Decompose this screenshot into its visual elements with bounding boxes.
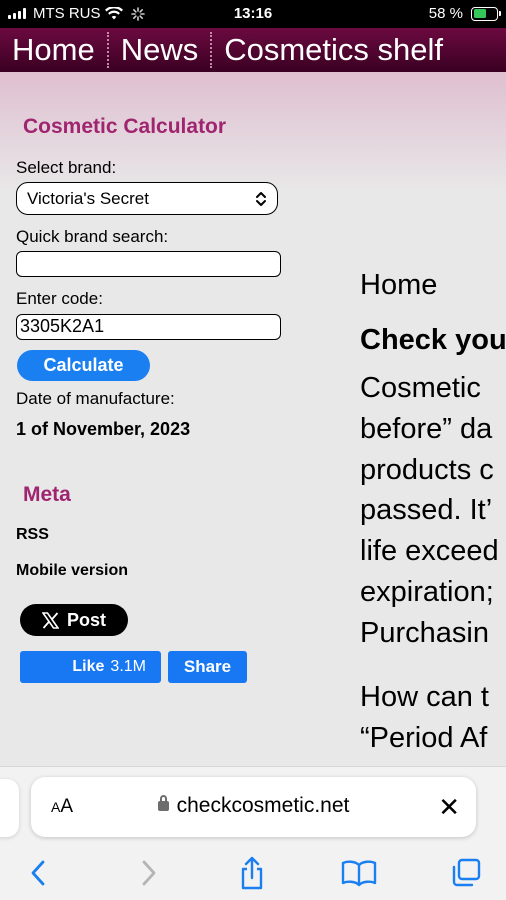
url-field[interactable]: checkcosmetic.net bbox=[31, 794, 476, 818]
brand-search-input[interactable] bbox=[16, 251, 281, 277]
address-bar[interactable]: AA checkcosmetic.net ✕ bbox=[31, 777, 476, 837]
mobile-version-link[interactable]: Mobile version bbox=[16, 562, 128, 580]
paragraph-line: “Period Af bbox=[360, 721, 488, 754]
paragraph-line: How can t bbox=[360, 681, 489, 713]
manufacture-date: 1 of November, 2023 bbox=[16, 419, 191, 439]
x-post-label: Post bbox=[66, 609, 106, 630]
code-label: Enter code: bbox=[16, 289, 103, 308]
previous-tab-peek[interactable] bbox=[0, 779, 19, 837]
quick-search-label: Quick brand search: bbox=[16, 227, 169, 246]
browser-chrome: AA checkcosmetic.net ✕ bbox=[0, 766, 506, 900]
paragraph-line: passed. It’ bbox=[360, 494, 493, 527]
status-right: 58 % bbox=[428, 5, 501, 22]
share-icon[interactable] bbox=[230, 853, 274, 893]
brand-select-value: Victoria's Secret bbox=[27, 188, 149, 208]
lock-icon bbox=[157, 795, 169, 811]
status-bar: MTS RUS 13:16 58 % bbox=[0, 0, 506, 28]
calculator-title: Cosmetic Calculator bbox=[23, 115, 227, 138]
battery-icon bbox=[471, 6, 501, 21]
paragraph-line: life exceed bbox=[360, 535, 499, 568]
like-count: 3.1M bbox=[110, 658, 146, 675]
select-brand-label: Select brand: bbox=[16, 158, 117, 177]
paragraph-line: before” da bbox=[360, 412, 493, 445]
brand-select[interactable]: Victoria's Secret bbox=[16, 182, 278, 215]
nav-item-cosmetics-shelf[interactable]: Cosmetics shelf bbox=[212, 32, 455, 68]
page-content: Cosmetic Calculator Select brand: Victor… bbox=[0, 72, 506, 766]
site-nav: Home News Cosmetics shelf bbox=[0, 28, 506, 72]
breadcrumb[interactable]: Home bbox=[360, 269, 437, 302]
rss-link[interactable]: RSS bbox=[16, 526, 49, 544]
article-paragraph: Cosmetic before” da products c passed. I… bbox=[360, 368, 499, 654]
battery-percent: 58 % bbox=[428, 5, 463, 22]
close-icon[interactable]: ✕ bbox=[438, 794, 460, 820]
bookmarks-icon[interactable] bbox=[337, 853, 381, 893]
like-label: Like bbox=[72, 658, 105, 675]
article-paragraph-2: How can t “Period Af bbox=[360, 677, 489, 759]
article-heading: Check you bbox=[360, 324, 506, 356]
facebook-like-button[interactable]: Like 3.1M bbox=[20, 651, 161, 683]
url-text: checkcosmetic.net bbox=[176, 794, 350, 817]
paragraph-line: products c bbox=[360, 453, 494, 486]
result-label: Date of manufacture: bbox=[16, 389, 175, 408]
paragraph-line: Purchasin bbox=[360, 616, 489, 649]
forward-icon[interactable] bbox=[126, 853, 170, 893]
meta-title: Meta bbox=[23, 483, 71, 506]
facebook-share-button[interactable]: Share bbox=[168, 651, 247, 683]
back-icon[interactable] bbox=[17, 853, 61, 893]
x-logo-icon bbox=[41, 611, 59, 629]
x-post-button[interactable]: Post bbox=[20, 604, 128, 636]
select-chevron-icon bbox=[256, 191, 266, 206]
code-input[interactable]: 3305K2A1 bbox=[16, 314, 281, 340]
nav-item-news[interactable]: News bbox=[109, 32, 213, 68]
nav-item-home[interactable]: Home bbox=[0, 32, 109, 68]
browser-toolbar bbox=[0, 853, 506, 893]
tabs-icon[interactable] bbox=[444, 853, 488, 893]
calculate-button[interactable]: Calculate bbox=[17, 350, 150, 381]
paragraph-line: expiration; bbox=[360, 575, 494, 608]
paragraph-line: Cosmetic bbox=[360, 372, 481, 404]
